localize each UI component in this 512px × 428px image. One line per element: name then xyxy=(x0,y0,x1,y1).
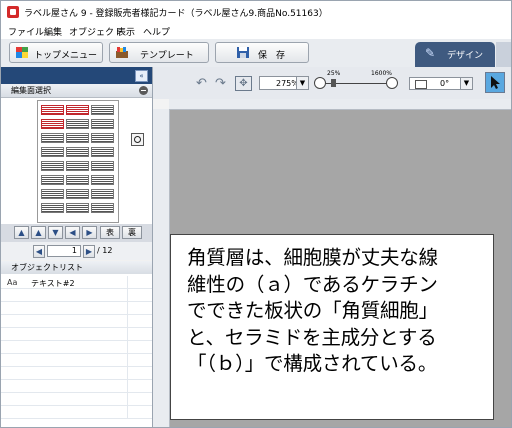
next-button[interactable]: ▶ xyxy=(82,226,97,239)
vertical-ruler xyxy=(153,109,170,427)
prev-button[interactable]: ◀ xyxy=(65,226,80,239)
tab-design[interactable]: ✎ デザイン xyxy=(415,42,495,67)
menu-bar: ファイル 編集 オブジェクト 表示 ヘルプ xyxy=(1,23,511,39)
tab-next[interactable] xyxy=(496,42,511,67)
front-button[interactable]: 表 xyxy=(100,226,120,239)
page-prev-icon[interactable]: ◀ xyxy=(33,245,45,258)
page-next-icon[interactable]: ▶ xyxy=(83,245,95,258)
rotation-icon xyxy=(415,80,427,89)
list-item xyxy=(1,393,152,406)
rotation-input[interactable]: 0° ▼ xyxy=(409,77,473,90)
slider-thumb[interactable] xyxy=(331,79,336,87)
save-button[interactable]: 保 存 xyxy=(215,42,309,63)
zoom-in-icon[interactable] xyxy=(386,77,398,89)
zoom-select[interactable]: 275% ▼ xyxy=(259,76,309,90)
menu-edit[interactable]: 編集 xyxy=(44,25,62,38)
save-icon xyxy=(237,47,249,58)
horizontal-ruler xyxy=(169,99,511,110)
page-nav-row: ▲ ▲ ▼ ◀ ▶ 表 裏 xyxy=(1,224,152,242)
object-name: テキスト#2 xyxy=(31,279,75,288)
object-list: Aa テキスト#2 xyxy=(1,274,152,427)
back-button[interactable]: 裏 xyxy=(122,226,142,239)
select-tool-button[interactable] xyxy=(485,72,505,93)
zoom-out-icon[interactable] xyxy=(314,77,326,89)
undo-icon[interactable]: ↶ xyxy=(193,76,210,91)
zoom-min-label: 25% xyxy=(327,70,341,77)
tab-design-label: デザイン xyxy=(447,51,484,61)
menu-help[interactable]: ヘルプ xyxy=(143,25,170,38)
list-item xyxy=(1,341,152,354)
design-canvas[interactable]: 角質層は、細胞膜が丈夫な線 維性の（ａ）であるケラチン でできた板状の「角質細胞… xyxy=(170,110,511,427)
list-item xyxy=(1,289,152,302)
template-icon xyxy=(116,47,128,58)
cube-icon xyxy=(16,47,28,58)
page-selector: ◀ 1 ▶ / 12 xyxy=(1,242,152,260)
chevron-down-icon: ▼ xyxy=(296,77,308,89)
list-item xyxy=(1,354,152,367)
menu-file[interactable]: ファイル xyxy=(8,25,44,38)
app-icon xyxy=(7,6,19,18)
window-title: ラベル屋さん 9 - 登録販売者様記カード（ラベル屋さん9.商品No.51163… xyxy=(24,9,328,19)
list-item xyxy=(1,406,152,419)
edit-area-header: 編集面選択 xyxy=(1,84,152,98)
list-item xyxy=(1,302,152,315)
list-item xyxy=(1,367,152,380)
template-button[interactable]: テンプレート xyxy=(109,42,209,63)
minimize-icon[interactable] xyxy=(139,86,148,95)
top-menu-label: トップメニュー xyxy=(34,51,98,61)
left-panel-header: « xyxy=(1,67,152,84)
thumbnail-zoom-icon[interactable] xyxy=(131,133,144,146)
title-bar: ラベル屋さん 9 - 登録販売者様記カード（ラベル屋さん9.商品No.51163… xyxy=(1,1,511,23)
list-item[interactable]: Aa テキスト#2 xyxy=(1,276,152,289)
redo-icon[interactable]: ↷ xyxy=(212,76,229,91)
top-menu-button[interactable]: トップメニュー xyxy=(9,42,103,63)
menu-object[interactable]: オブジェクト xyxy=(69,25,123,38)
zoom-max-label: 1600% xyxy=(371,70,392,77)
menu-view[interactable]: 表示 xyxy=(117,25,135,38)
save-label: 保 存 xyxy=(258,51,286,61)
page-thumbnail-area xyxy=(1,98,152,224)
text-object-icon: Aa xyxy=(7,278,18,287)
list-item xyxy=(1,328,152,341)
collapse-panel-icon[interactable]: « xyxy=(135,70,148,82)
list-item xyxy=(1,380,152,393)
zoom-slider[interactable] xyxy=(319,83,391,84)
object-list-title: オブジェクトリスト xyxy=(11,263,83,272)
page-total: / 12 xyxy=(97,246,113,255)
edit-area-title: 編集面選択 xyxy=(11,86,51,95)
list-item xyxy=(1,315,152,328)
rotation-value: 0° xyxy=(440,79,450,88)
pen-icon: ✎ xyxy=(425,46,436,60)
label-text-object[interactable]: 角質層は、細胞膜が丈夫な線 維性の（ａ）であるケラチン でできた板状の「角質細胞… xyxy=(187,245,487,378)
cursor-arrow-icon xyxy=(491,76,500,89)
page-number-input[interactable]: 1 xyxy=(47,245,81,257)
first-page-button[interactable]: ▲ xyxy=(14,226,29,239)
template-label: テンプレート xyxy=(140,51,194,61)
page-thumbnail[interactable] xyxy=(37,100,119,223)
fit-page-icon[interactable]: ✥ xyxy=(235,76,252,91)
down-button[interactable]: ▼ xyxy=(48,226,63,239)
left-panel: « 編集面選択 ▲ ▲ ▼ ◀ ▶ 表 裏 ◀ 1 ▶ / 12 オブジェクトリ… xyxy=(1,67,153,427)
up-button[interactable]: ▲ xyxy=(31,226,46,239)
label-card[interactable]: 角質層は、細胞膜が丈夫な線 維性の（ａ）であるケラチン でできた板状の「角質細胞… xyxy=(170,234,494,420)
object-list-header: オブジェクトリスト xyxy=(1,261,152,275)
app-window: ラベル屋さん 9 - 登録販売者様記カード（ラベル屋さん9.商品No.51163… xyxy=(0,0,512,428)
chevron-down-icon: ▼ xyxy=(460,78,472,89)
